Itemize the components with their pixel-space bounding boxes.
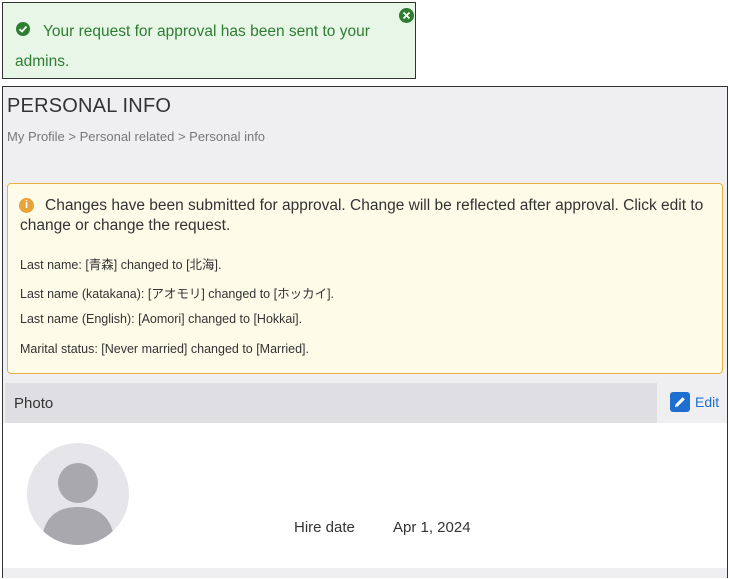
hire-date-label: Hire date: [294, 519, 355, 536]
approval-notice: i Changes have been submitted for approv…: [7, 183, 723, 374]
edit-label: Edit: [695, 394, 720, 410]
page-title: PERSONAL INFO: [7, 95, 172, 117]
edit-button[interactable]: Edit: [670, 391, 719, 413]
breadcrumb-separator: >: [68, 129, 77, 144]
change-item: Last name (English): [Aomori] changed to…: [20, 312, 303, 326]
success-toast: Your request for approval has been sent …: [2, 2, 416, 79]
toast-message: Your request for approval has been sent …: [15, 23, 370, 70]
edit-area: Edit: [657, 383, 727, 423]
close-icon[interactable]: [399, 8, 414, 23]
change-item: Last name: [青森] changed to [北海].: [20, 258, 222, 272]
pencil-icon: [670, 392, 690, 412]
photo-section-title: Photo: [14, 395, 54, 412]
photo-content: Hire date Apr 1, 2024: [3, 423, 727, 568]
breadcrumb-separator: >: [177, 129, 186, 144]
change-item: Marital status: [Never married] changed …: [20, 342, 310, 356]
breadcrumb-my-profile[interactable]: My Profile: [7, 129, 65, 144]
breadcrumb-personal-related[interactable]: Personal related: [80, 129, 175, 144]
breadcrumb: My Profile > Personal related > Personal…: [7, 129, 265, 144]
change-item: Last name (katakana): [アオモリ] changed to …: [20, 287, 335, 301]
notice-message: Changes have been submitted for approval…: [20, 197, 704, 234]
breadcrumb-personal-info: Personal info: [189, 129, 266, 144]
avatar: [27, 443, 129, 545]
bottom-strip: [3, 568, 727, 578]
hire-date-value: Apr 1, 2024: [393, 519, 471, 536]
photo-section-header: Photo: [5, 383, 657, 423]
personal-info-panel: PERSONAL INFO My Profile > Personal rela…: [2, 86, 728, 578]
